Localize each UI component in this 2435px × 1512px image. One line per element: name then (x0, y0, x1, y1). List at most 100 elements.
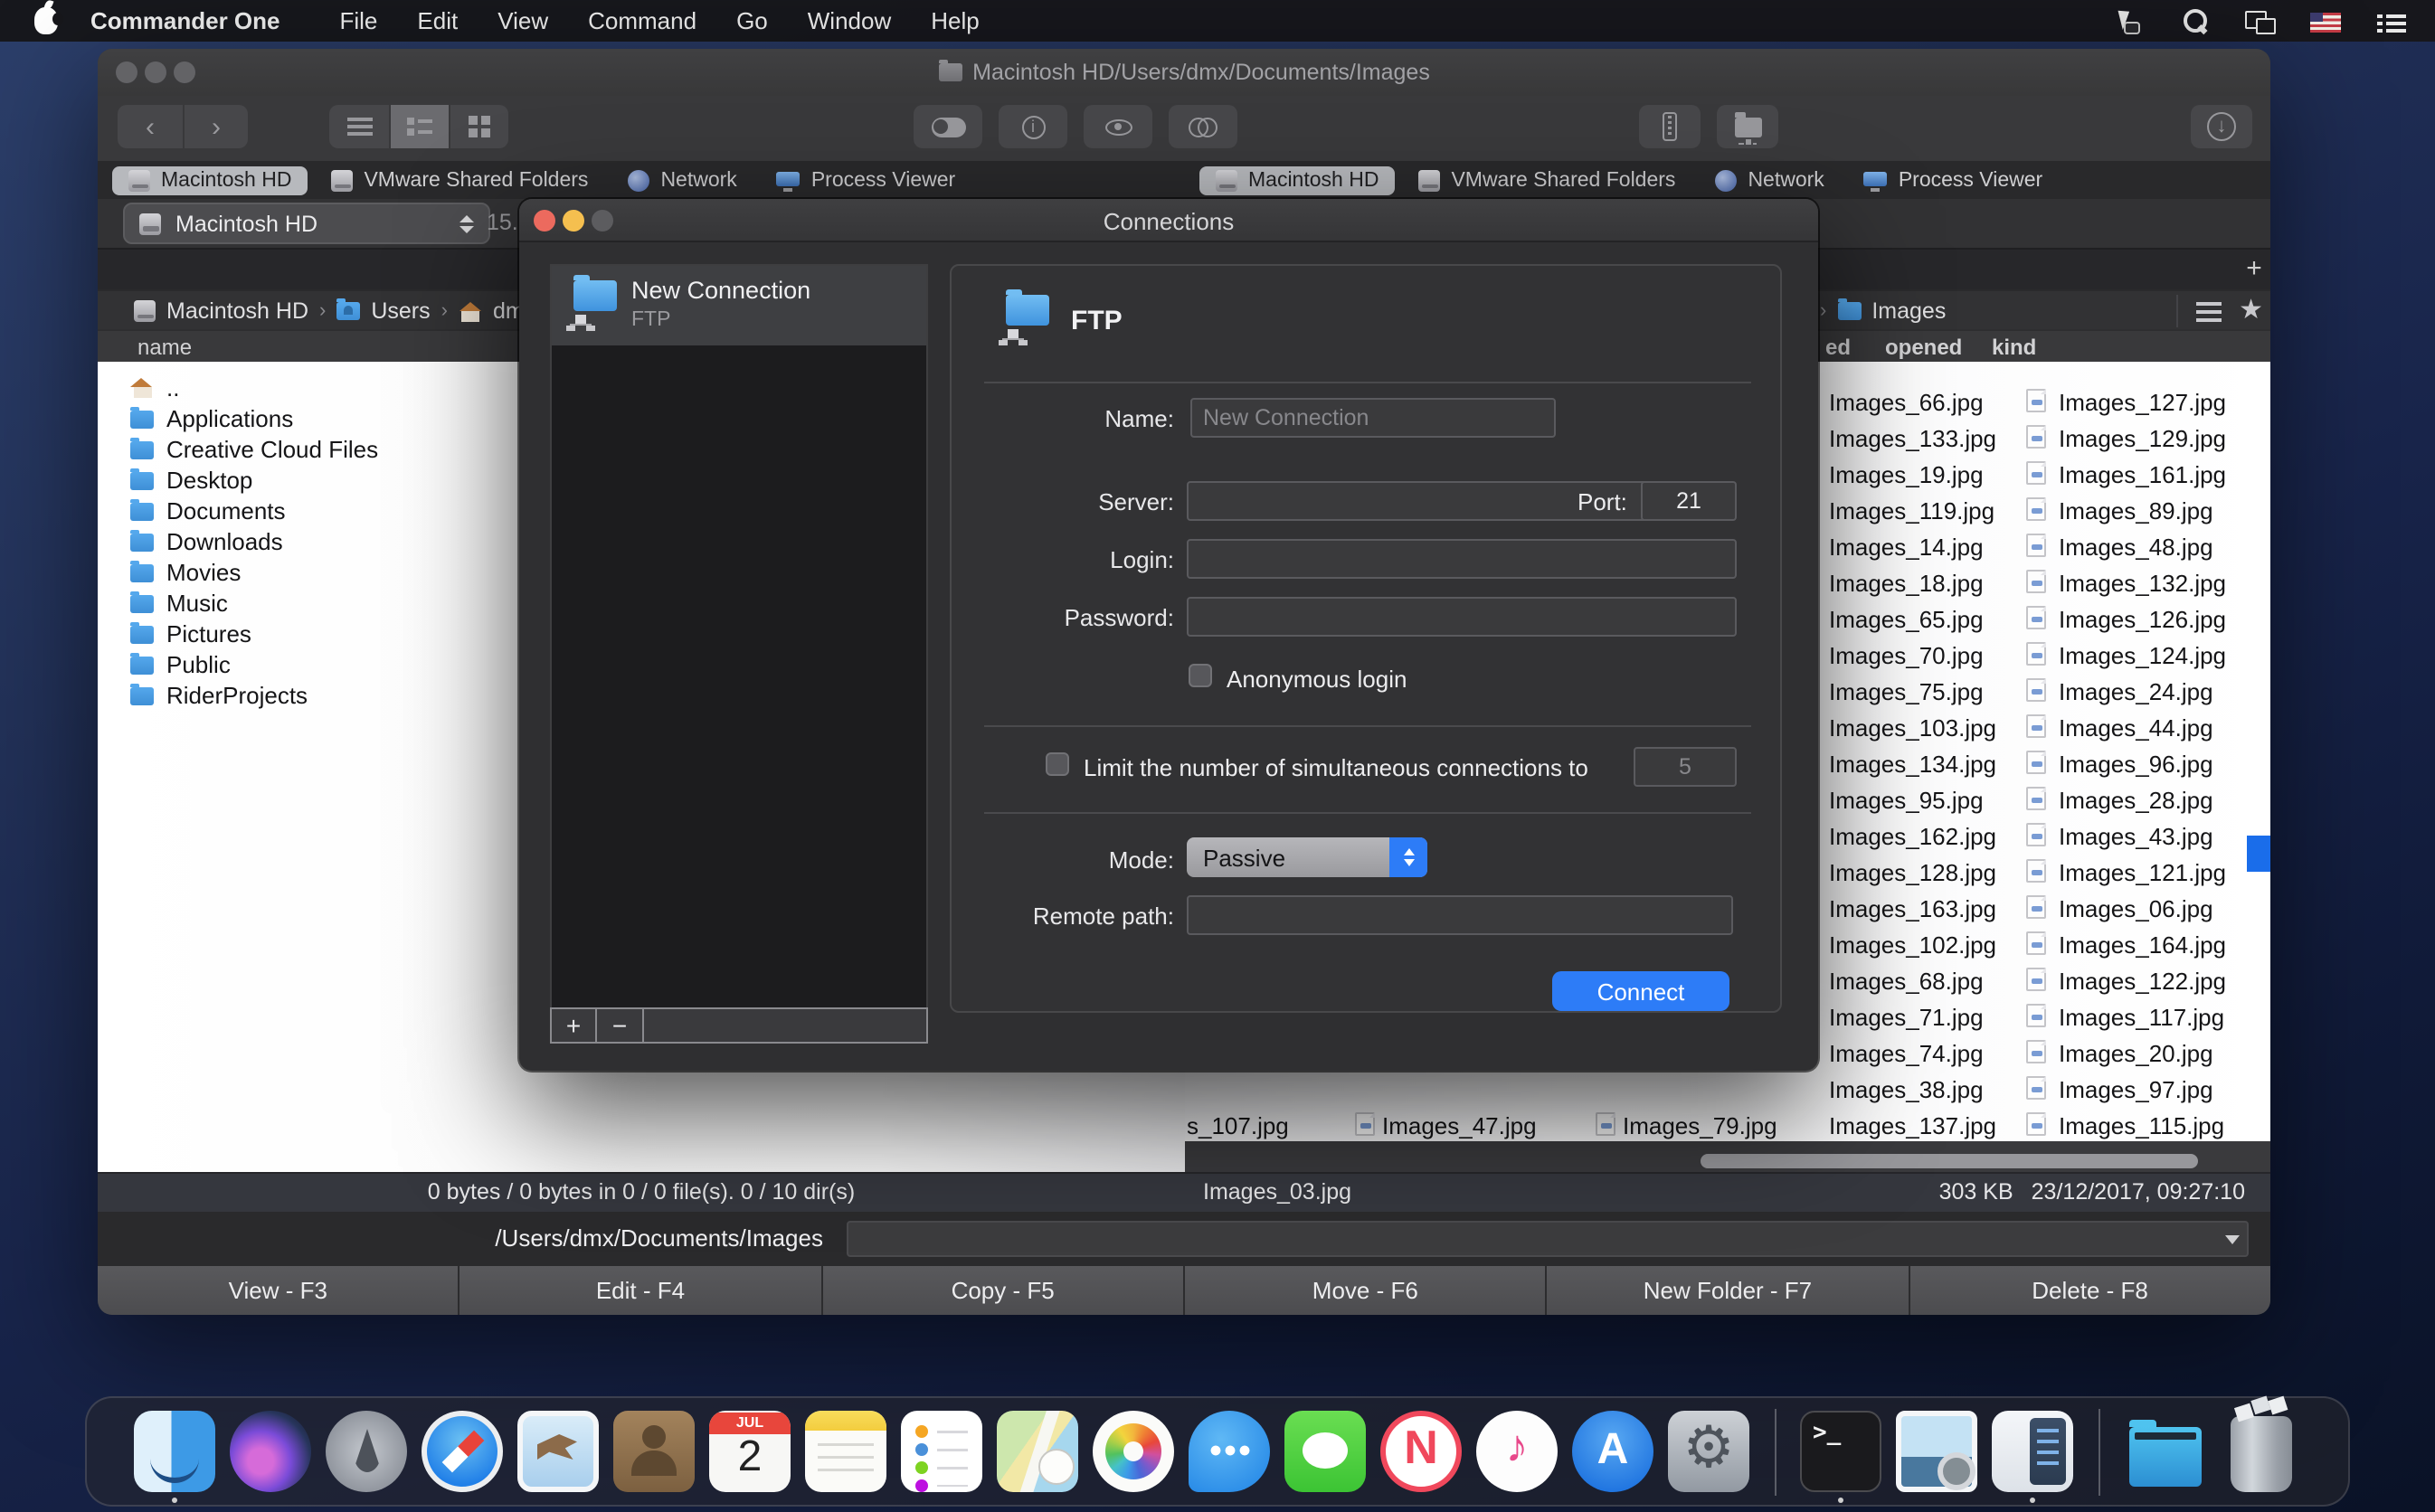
favorites-star-icon[interactable]: ★ (2239, 298, 2263, 324)
menu-item-view[interactable]: View (478, 0, 568, 42)
column-header-kind[interactable]: kind (1992, 335, 2036, 360)
menu-item-go[interactable]: Go (716, 0, 788, 42)
dock-item-safari[interactable] (421, 1404, 504, 1498)
connect-button[interactable]: Connect (1552, 971, 1729, 1011)
name-field[interactable] (1190, 398, 1556, 438)
connection-list-item[interactable]: New Connection FTP (552, 266, 926, 345)
column-header-partial[interactable]: ed (1825, 335, 1851, 360)
jpeg-file-icon (2026, 1112, 2046, 1136)
forward-button[interactable]: › (183, 105, 248, 148)
dock-item-calendar[interactable]: JUL2 (708, 1404, 791, 1498)
dock-item-contacts[interactable] (612, 1404, 696, 1498)
dock-item-launchpad[interactable] (325, 1404, 408, 1498)
dock-item-siri[interactable] (229, 1404, 312, 1498)
dock-item-system-preferences[interactable] (1667, 1404, 1750, 1498)
tab-process-viewer[interactable]: Process Viewer (1848, 166, 2059, 195)
screen-sharing-icon[interactable] (2115, 6, 2144, 35)
column-header-name[interactable]: name (137, 335, 192, 360)
dock-item-terminal[interactable] (1799, 1404, 1882, 1498)
view-detail-button[interactable] (389, 105, 449, 148)
tab-network[interactable]: Network (1699, 166, 1840, 195)
command-line-input[interactable] (847, 1221, 2249, 1257)
dock-item-notes[interactable] (804, 1404, 887, 1498)
input-language-flag-icon[interactable] (2310, 13, 2341, 33)
back-button[interactable]: ‹ (118, 105, 183, 148)
toggle-panels-button[interactable] (914, 105, 982, 148)
running-indicator (2030, 1497, 2035, 1502)
path-dropdown-button[interactable] (2218, 1223, 2247, 1255)
column-header-opened[interactable]: opened (1885, 335, 1962, 360)
search-binoculars-button[interactable] (1169, 105, 1237, 148)
breadcrumb-separator: › (1820, 300, 1826, 322)
move-button[interactable]: Move - F6 (1183, 1266, 1546, 1315)
anonymous-login-checkbox[interactable] (1189, 664, 1212, 687)
dock-item-maps[interactable] (996, 1404, 1079, 1498)
selected-file-fragment[interactable] (2247, 836, 2270, 872)
info-button[interactable]: i (999, 105, 1067, 148)
copy-button[interactable]: Copy - F5 (820, 1266, 1183, 1315)
menu-item-command[interactable]: Command (568, 0, 716, 42)
tab-macintosh-hd[interactable]: Macintosh HD (112, 166, 308, 195)
remove-connection-button[interactable]: − (597, 1007, 644, 1044)
window-titlebar[interactable]: Macintosh HD/Users/dmx/Documents/Images (98, 49, 2270, 96)
apple-menu-icon[interactable] (34, 7, 58, 34)
spotlight-icon[interactable] (2180, 6, 2209, 35)
drive-selector[interactable]: Macintosh HD (123, 203, 490, 244)
tab-network[interactable]: Network (611, 166, 753, 195)
mode-select[interactable]: Passive (1187, 837, 1427, 877)
menu-item-edit[interactable]: Edit (397, 0, 478, 42)
function-key-bar: View - F3Edit - F4Copy - F5Move - F6New … (98, 1266, 2270, 1315)
app-menu-title[interactable]: Commander One (90, 7, 280, 34)
add-tab-button[interactable]: + (2240, 255, 2269, 284)
dock-item-messages[interactable] (1188, 1404, 1271, 1498)
dock-item-preview[interactable] (1895, 1404, 1978, 1498)
file-name: Images_127.jpg (2059, 389, 2226, 416)
dock-item-news[interactable] (1379, 1404, 1463, 1498)
history-list-icon[interactable] (2195, 301, 2221, 321)
dock-item-app-store[interactable] (1571, 1404, 1654, 1498)
file-name: Pictures (166, 620, 251, 647)
dialog-titlebar[interactable]: Connections (519, 199, 1818, 242)
menu-item-help[interactable]: Help (911, 0, 1000, 42)
dock-item-mail[interactable] (516, 1404, 600, 1498)
network-share-button[interactable] (1717, 105, 1778, 148)
edit-button[interactable]: Edit - F4 (459, 1266, 821, 1315)
horizontal-scrollbar-thumb[interactable] (1701, 1154, 2198, 1168)
menu-item-window[interactable]: Window (788, 0, 912, 42)
news-icon (1380, 1411, 1462, 1492)
dock-item-reminders[interactable] (900, 1404, 983, 1498)
menu-item-file[interactable]: File (320, 0, 398, 42)
view-grid-button[interactable] (449, 105, 508, 148)
dock-item-trash[interactable] (2219, 1404, 2302, 1498)
transfers-download-button[interactable]: ↓ (2191, 105, 2252, 148)
dock-item-downloads-folder[interactable] (2123, 1404, 2206, 1498)
tab-process-viewer[interactable]: Process Viewer (761, 166, 971, 195)
tab-vmware-shared-folders[interactable]: VMware Shared Folders (315, 166, 604, 195)
login-field[interactable] (1187, 539, 1737, 579)
file-name: Images_122.jpg (2059, 968, 2226, 995)
notification-list-icon[interactable] (2377, 12, 2406, 33)
port-field[interactable] (1641, 481, 1737, 521)
new-folder-button[interactable]: New Folder - F7 (1546, 1266, 1909, 1315)
view-list-button[interactable] (329, 105, 389, 148)
breadcrumb-segment[interactable]: Users (371, 298, 430, 324)
breadcrumb-segment[interactable]: Macintosh HD (166, 298, 308, 324)
preview-eye-button[interactable] (1084, 105, 1152, 148)
tab-macintosh-hd[interactable]: Macintosh HD (1199, 166, 1395, 195)
dock-item-photos[interactable] (1092, 1404, 1175, 1498)
dock-item-itunes[interactable] (1475, 1404, 1559, 1498)
limit-count-field[interactable] (1634, 747, 1737, 787)
delete-button[interactable]: Delete - F8 (1908, 1266, 2270, 1315)
archive-zip-button[interactable] (1639, 105, 1701, 148)
view-button[interactable]: View - F3 (98, 1266, 459, 1315)
dock-item-commander-one[interactable] (1991, 1404, 2074, 1498)
breadcrumb-segment[interactable]: Images (1871, 298, 1946, 324)
remote-path-field[interactable] (1187, 895, 1733, 935)
tab-vmware-shared-folders[interactable]: VMware Shared Folders (1402, 166, 1691, 195)
displays-icon[interactable] (2245, 6, 2274, 35)
dock-item-facetime[interactable] (1284, 1404, 1367, 1498)
dock-item-finder[interactable] (133, 1404, 216, 1498)
limit-connections-checkbox[interactable] (1046, 752, 1069, 776)
add-connection-button[interactable]: + (550, 1007, 597, 1044)
password-field[interactable] (1187, 597, 1737, 637)
